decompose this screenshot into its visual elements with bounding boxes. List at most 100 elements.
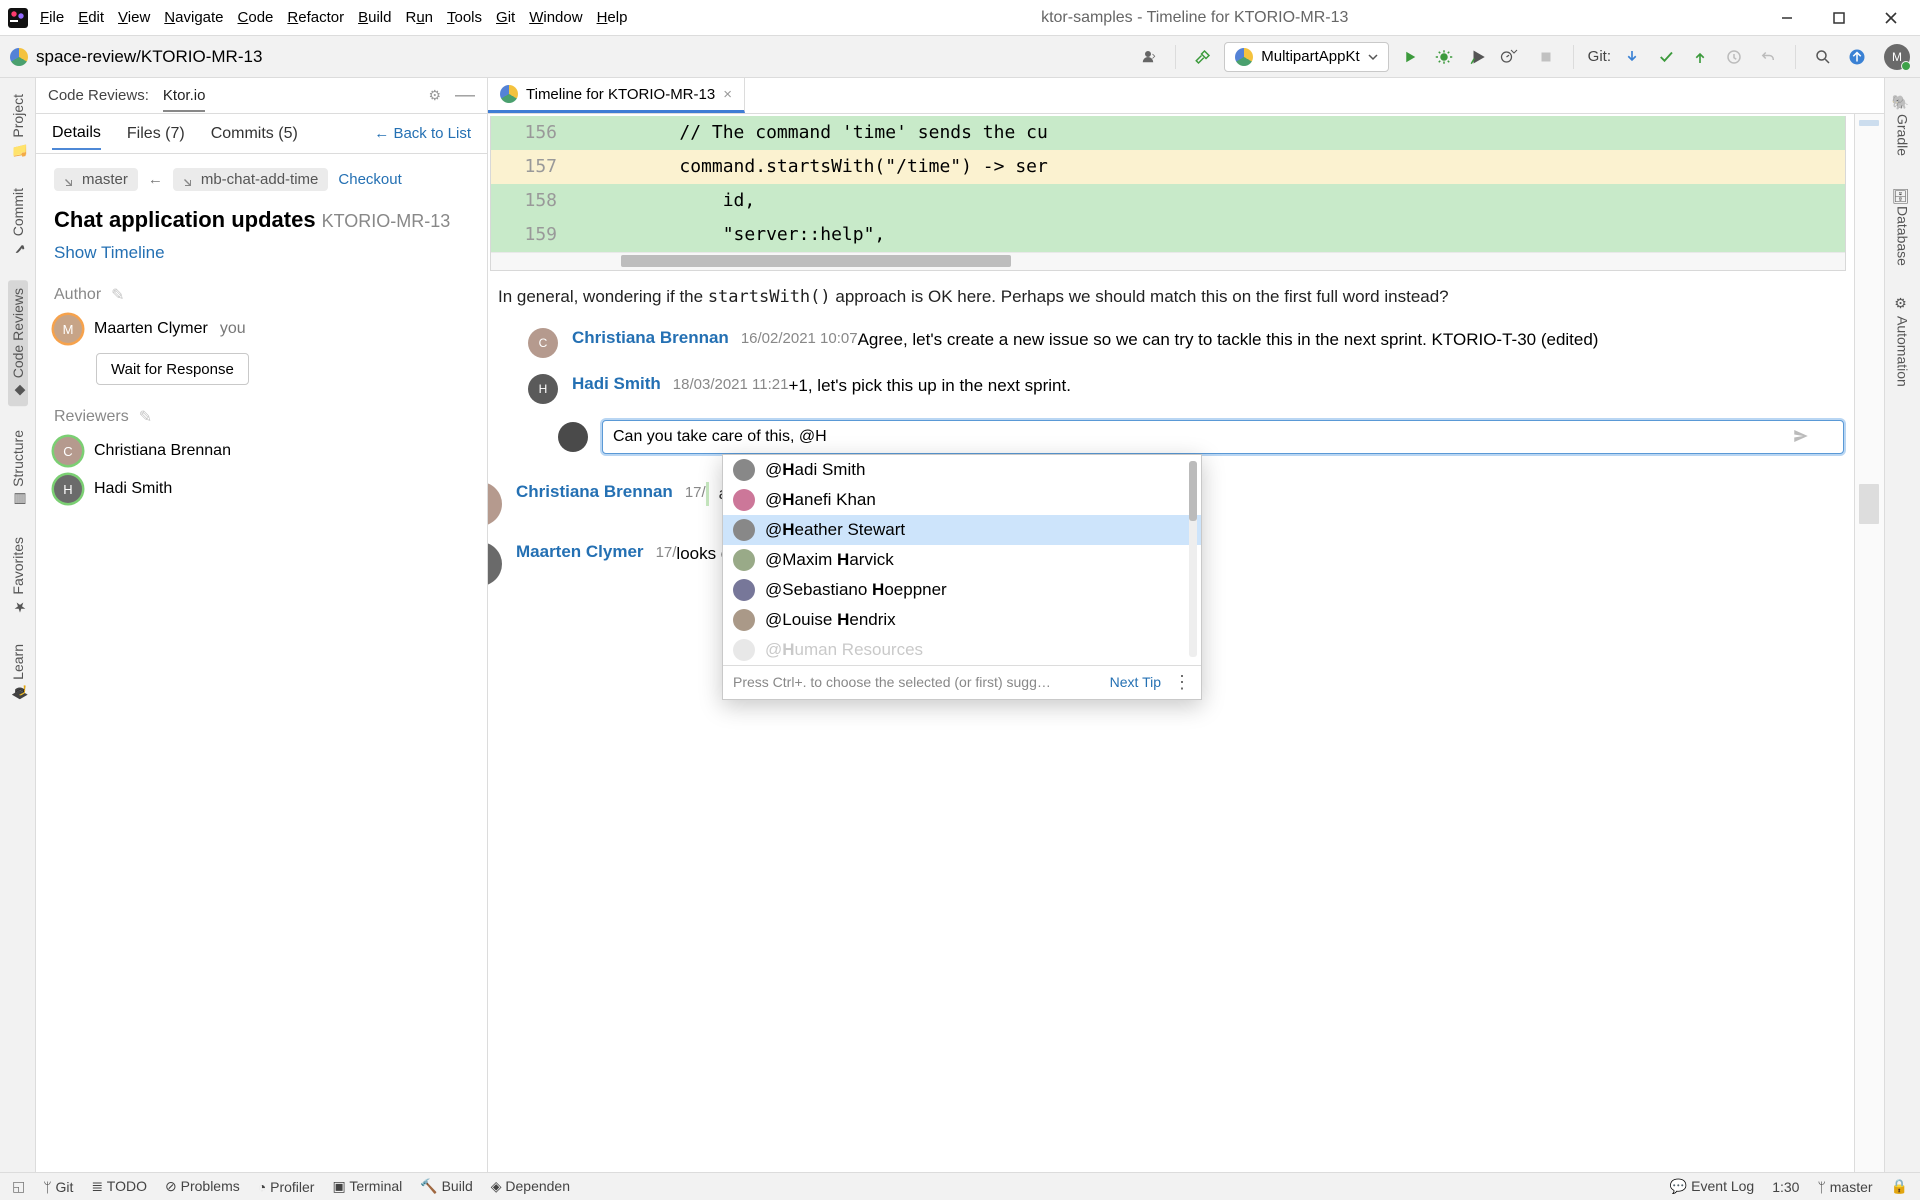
sync-icon[interactable] [1844, 44, 1870, 70]
status-todo[interactable]: ≣ TODO [91, 1178, 147, 1195]
toolwindow-learn[interactable]: 🎓Learn [10, 638, 26, 706]
debug-icon[interactable] [1431, 44, 1457, 70]
git-pull-icon[interactable] [1619, 44, 1645, 70]
minimize-panel-icon[interactable]: — [455, 84, 475, 107]
status-caret-pos[interactable]: 1:30 [1772, 1179, 1799, 1195]
toolwindow-database[interactable]: 🗄Database [1895, 180, 1911, 272]
next-tip-link[interactable]: Next Tip [1110, 674, 1161, 690]
toolwindow-automation[interactable]: ⚙Automation [1895, 290, 1911, 393]
status-terminal[interactable]: ▣ Terminal [332, 1178, 402, 1195]
breadcrumb[interactable]: space-review/KTORIO-MR-13 [36, 47, 262, 67]
menu-edit[interactable]: Edit [78, 9, 104, 26]
panel-project-link[interactable]: Ktor.io [163, 87, 206, 112]
reply-input[interactable] [602, 420, 1844, 454]
status-profiler[interactable]: ◔ Profiler [258, 1179, 315, 1195]
menu-refactor[interactable]: Refactor [287, 9, 344, 26]
run-config-label: MultipartAppKt [1261, 48, 1359, 65]
code-diff: 156 // The command 'time' sends the cu 1… [490, 116, 1846, 271]
menu-git[interactable]: Git [496, 9, 515, 26]
branch-source[interactable]: mb-chat-add-time [173, 168, 329, 191]
status-build[interactable]: 🔨 Build [420, 1178, 472, 1195]
checkout-link[interactable]: Checkout [338, 171, 401, 188]
ide-logo-icon [8, 8, 28, 28]
toolwindow-favorites[interactable]: ★Favorites [10, 531, 26, 621]
mention-option[interactable]: @Human Resources [723, 635, 1201, 665]
mention-option[interactable]: @Sebastiano Hoeppner [723, 575, 1201, 605]
git-commit-icon[interactable] [1653, 44, 1679, 70]
toolwindow-commit[interactable]: ✔Commit [10, 182, 26, 262]
editor-tab-timeline[interactable]: Timeline for KTORIO-MR-13 × [488, 78, 745, 113]
reviewer-avatar: H [54, 475, 82, 503]
menu-view[interactable]: View [118, 9, 150, 26]
build-hammer-icon[interactable] [1190, 44, 1216, 70]
toolwindow-project[interactable]: 📁Project [10, 88, 26, 164]
mention-popup: @Hadi Smith @Hanefi Khan @Heather Stewar… [722, 454, 1202, 700]
activity-author[interactable]: Maarten Clymer [516, 542, 644, 562]
toolwindow-code-reviews[interactable]: ◆Code Reviews [8, 280, 28, 406]
run-config-selector[interactable]: MultipartAppKt [1224, 42, 1388, 72]
tab-details[interactable]: Details [52, 124, 101, 150]
code-line: id, [571, 184, 1845, 218]
status-branch[interactable]: ᛘ master [1817, 1179, 1872, 1195]
close-tab-icon[interactable]: × [723, 86, 732, 103]
search-icon[interactable] [1810, 44, 1836, 70]
pencil-icon[interactable]: ✎ [139, 407, 152, 427]
git-revert-icon[interactable] [1755, 44, 1781, 70]
menu-help[interactable]: Help [597, 9, 628, 26]
window-close-button[interactable] [1870, 3, 1912, 33]
git-history-icon[interactable] [1721, 44, 1747, 70]
gear-icon[interactable]: ⚙ [428, 87, 441, 104]
status-toolwindow-toggle[interactable]: ◱ [12, 1178, 25, 1195]
space-logo-icon [10, 48, 28, 66]
show-timeline-link[interactable]: Show Timeline [54, 243, 469, 263]
toolwindow-gradle[interactable]: 🐘Gradle [1895, 88, 1911, 162]
tab-files[interactable]: Files (7) [127, 125, 185, 149]
status-lock-icon[interactable]: 🔒 [1891, 1178, 1908, 1195]
run-coverage-icon[interactable] [1465, 44, 1491, 70]
root-comment: In general, wondering if the startsWith(… [498, 285, 1844, 310]
author-you-label: you [220, 320, 246, 338]
mention-option[interactable]: @Hanefi Khan [723, 485, 1201, 515]
menu-navigate[interactable]: Navigate [164, 9, 223, 26]
code-with-me-icon[interactable] [1135, 44, 1161, 70]
tab-commits[interactable]: Commits (5) [211, 125, 298, 149]
stop-icon[interactable] [1533, 44, 1559, 70]
status-git[interactable]: ᛘ Git [43, 1179, 73, 1195]
menu-file[interactable]: File [40, 9, 64, 26]
menu-code[interactable]: Code [238, 9, 274, 26]
menu-window[interactable]: Window [529, 9, 582, 26]
pencil-icon[interactable]: ✎ [111, 285, 124, 305]
profile-icon[interactable] [1499, 44, 1525, 70]
git-push-icon[interactable] [1687, 44, 1713, 70]
run-icon[interactable] [1397, 44, 1423, 70]
wait-for-response-button[interactable]: Wait for Response [96, 353, 249, 385]
toolwindow-structure[interactable]: ▥Structure [10, 424, 26, 513]
status-event-log[interactable]: 💬 Event Log [1670, 1178, 1754, 1195]
horizontal-scrollbar[interactable] [491, 252, 1845, 270]
mention-option[interactable]: @Maxim Harvick [723, 545, 1201, 575]
menu-build[interactable]: Build [358, 9, 391, 26]
reply-message: H Hadi Smith18/03/2021 11:21 +1, let's p… [528, 374, 1844, 404]
activity-author[interactable]: Christiana Brennan [516, 482, 673, 502]
space-logo-icon [500, 85, 518, 103]
status-problems[interactable]: ⊘ Problems [165, 1178, 240, 1195]
back-to-list-link[interactable]: ← Back to List [374, 125, 471, 142]
comment-author[interactable]: Hadi Smith [572, 374, 661, 394]
line-number: 159 [491, 218, 571, 252]
menu-run[interactable]: Run [405, 9, 433, 26]
comment-author[interactable]: Christiana Brennan [572, 328, 729, 348]
user-avatar[interactable]: M [1884, 44, 1910, 70]
window-minimize-button[interactable] [1766, 3, 1808, 33]
reviewers-section-label: Reviewers [54, 408, 129, 426]
editor-minimap[interactable] [1854, 114, 1884, 1172]
kebab-icon[interactable]: ⋮ [1173, 672, 1191, 693]
mention-option[interactable]: @Heather Stewart [723, 515, 1201, 545]
mention-option[interactable]: @Louise Hendrix [723, 605, 1201, 635]
status-dependencies[interactable]: ◈ Dependen [491, 1178, 570, 1195]
send-icon[interactable] [1792, 427, 1810, 448]
window-maximize-button[interactable] [1818, 3, 1860, 33]
mention-option[interactable]: @Hadi Smith [723, 455, 1201, 485]
menu-tools[interactable]: Tools [447, 9, 482, 26]
branch-target[interactable]: master [54, 168, 138, 191]
branch-arrow: ← [148, 171, 163, 188]
